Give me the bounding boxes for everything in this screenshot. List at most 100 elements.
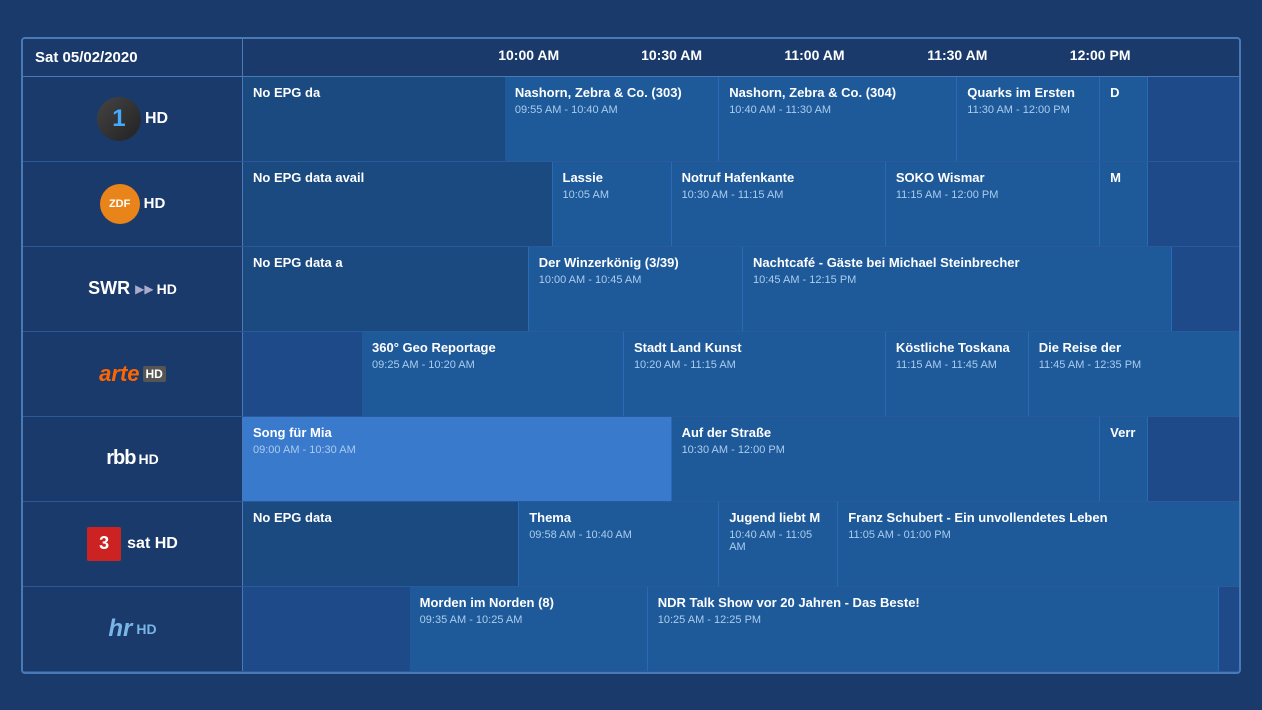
header-date: Sat 05/02/2020 (23, 39, 243, 76)
time-header-label: 12:00 PM (1070, 47, 1131, 63)
program-time: 10:20 AM - 11:15 AM (634, 359, 875, 371)
time-header-label: 11:00 AM (784, 47, 844, 63)
program-name: Nashorn, Zebra & Co. (303) (515, 85, 708, 102)
program-cell[interactable]: Die Reise der 11:45 AM - 12:35 PM (1029, 332, 1239, 416)
program-time: 11:15 AM - 11:45 AM (896, 359, 1018, 371)
channel-logo-swr-hd: SWR ▶▶ HD (31, 278, 234, 299)
channel-logo-zdf-hd: ZDF HD (31, 184, 234, 224)
program-cell[interactable]: Stadt Land Kunst10:20 AM - 11:15 AM (624, 332, 886, 416)
program-time: 10:25 AM - 12:25 PM (658, 614, 1208, 626)
programs-row-swr-hd: No EPG data a Der Winzerkönig (3/39) 10:00… (243, 247, 1239, 331)
program-name: Nashorn, Zebra & Co. (304) (729, 85, 946, 102)
programs-row-das-erste-hd: No EPG da Nashorn, Zebra & Co. (303) 09:55… (243, 77, 1239, 161)
program-name: Die Reise der (1039, 340, 1232, 357)
program-cell[interactable]: Quarks im Ersten 11:30 AM - 12:00 PM (957, 77, 1100, 161)
program-cell[interactable]: Franz Schubert - Ein unvollendetes Leben… (838, 502, 1239, 586)
program-name: Auf der Straße (682, 425, 1090, 442)
program-cell[interactable]: Verr (1100, 417, 1148, 501)
program-cell[interactable]: No EPG data a (243, 247, 529, 331)
time-header-label: 10:30 AM (641, 47, 702, 63)
program-cell[interactable]: Nashorn, Zebra & Co. (304) 10:40 AM - 11:… (719, 77, 957, 161)
program-name: Quarks im Ersten (967, 85, 1089, 102)
program-cell[interactable]: Thema 09:58 AM - 10:40 AM (519, 502, 719, 586)
program-name: No EPG da (253, 85, 503, 102)
channel-cell-hr-hd[interactable]: hr HD (23, 587, 243, 671)
program-time: 11:15 AM - 12:00 PM (896, 189, 1089, 201)
channel-cell-rbb-hd[interactable]: rbb HD (23, 417, 243, 501)
program-time: 11:30 AM - 12:00 PM (967, 104, 1089, 116)
program-time: 09:35 AM - 10:25 AM (420, 614, 637, 626)
channel-cell-zdf-hd[interactable]: ZDF HD (23, 162, 243, 246)
program-cell[interactable]: Jugend liebt M 10:40 AM - 11:05 AM (719, 502, 838, 586)
epg-row: SWR ▶▶ HD No EPG data a Der Winzerkönig (… (23, 247, 1239, 332)
program-name: Thema (529, 510, 708, 527)
program-name: Köstliche Toskana (896, 340, 1018, 357)
program-cell[interactable]: Der Winzerkönig (3/39) 10:00 AM - 10:45 A… (529, 247, 743, 331)
program-time: 10:40 AM - 11:30 AM (729, 104, 946, 116)
program-cell[interactable]: Köstliche Toskana 11:15 AM - 11:45 AM (886, 332, 1029, 416)
channel-logo-das-erste-hd: 1 HD (31, 97, 234, 141)
header-times: 10:00 AM10:30 AM11:00 AM11:30 AM12:00 PM (243, 39, 1239, 76)
program-time: 09:25 AM - 10:20 AM (372, 359, 613, 371)
program-time: 09:58 AM - 10:40 AM (529, 529, 708, 541)
program-name: Jugend liebt M (729, 510, 827, 527)
programs-row-hr-hd: Morden im Norden (8) 09:35 AM - 10:25 AM N… (243, 587, 1239, 671)
program-cell[interactable]: Song für Mia09:00 AM - 10:30 AM (243, 417, 672, 501)
program-cell[interactable]: 360° Geo Reportage 09:25 AM - 10:20 AM (362, 332, 624, 416)
program-time: 09:55 AM - 10:40 AM (515, 104, 708, 116)
epg-row: rbb HD Song für Mia09:00 AM - 10:30 AMAu… (23, 417, 1239, 502)
program-cell[interactable]: No EPG data avail (243, 162, 553, 246)
program-cell[interactable]: D (1100, 77, 1148, 161)
program-name: Verr (1110, 425, 1137, 442)
channel-cell-swr-hd[interactable]: SWR ▶▶ HD (23, 247, 243, 331)
program-cell[interactable]: Nachtcafé - Gäste bei Michael Steinbrech… (743, 247, 1172, 331)
program-cell[interactable]: SOKO Wismar 11:15 AM - 12:00 PM (886, 162, 1100, 246)
channel-logo-rbb-hd: rbb HD (31, 447, 234, 470)
program-cell[interactable]: Nashorn, Zebra & Co. (303) 09:55 AM - 10:… (505, 77, 719, 161)
program-cell[interactable]: Auf der Straße10:30 AM - 12:00 PM (672, 417, 1101, 501)
program-time: 10:40 AM - 11:05 AM (729, 529, 827, 553)
program-cell[interactable]: No EPG da (243, 77, 514, 161)
channel-logo-hr-hd: hr HD (31, 615, 234, 643)
channel-logo-arte-hd: arte HD (31, 361, 234, 387)
program-name: Lassie (563, 170, 661, 187)
epg-row: ZDF HD No EPG data availLassie10:05 AMNo… (23, 162, 1239, 247)
channel-cell-sat3-hd[interactable]: 3 sat HD (23, 502, 243, 586)
program-name: No EPG data avail (253, 170, 542, 187)
program-time: 10:05 AM (563, 189, 661, 201)
program-name: No EPG data a (253, 255, 518, 272)
program-name: Notruf Hafenkante (682, 170, 875, 187)
program-name: D (1110, 85, 1137, 102)
epg-body: 1 HD No EPG daNashorn, Zebra & Co. (303)… (23, 77, 1239, 672)
programs-row-sat3-hd: No EPG data Thema 09:58 AM - 10:40 AM Jugen… (243, 502, 1239, 586)
program-cell[interactable]: Notruf Hafenkante10:30 AM - 11:15 AM (672, 162, 886, 246)
programs-row-arte-hd: 360° Geo Reportage 09:25 AM - 10:20 AM Sta… (243, 332, 1239, 416)
program-cell[interactable]: Morden im Norden (8) 09:35 AM - 10:25 AM (410, 587, 648, 671)
time-header-label: 11:30 AM (927, 47, 987, 63)
program-time: 09:00 AM - 10:30 AM (253, 444, 661, 456)
programs-row-zdf-hd: No EPG data avail Lassie 10:05 AM Notruf Ha… (243, 162, 1239, 246)
program-cell[interactable]: Lassie 10:05 AM (553, 162, 672, 246)
program-name: Nachtcafé - Gäste bei Michael Steinbrech… (753, 255, 1161, 272)
program-time: 11:05 AM - 01:00 PM (848, 529, 1232, 541)
epg-row: 3 sat HD No EPG data Thema 09:58 AM - 10:4… (23, 502, 1239, 587)
program-cell[interactable]: NDR Talk Show vor 20 Jahren - Das Beste!… (648, 587, 1219, 671)
channel-cell-das-erste-hd[interactable]: 1 HD (23, 77, 243, 161)
program-name: 360° Geo Reportage (372, 340, 613, 357)
program-name: No EPG data (253, 510, 508, 527)
epg-header: Sat 05/02/2020 10:00 AM10:30 AM11:00 AM1… (23, 39, 1239, 77)
program-name: Der Winzerkönig (3/39) (539, 255, 732, 272)
program-name: Franz Schubert - Ein unvollendetes Leben (848, 510, 1232, 527)
epg-grid: Sat 05/02/2020 10:00 AM10:30 AM11:00 AM1… (21, 37, 1241, 674)
epg-row: arte HD 360° Geo Reportage 09:25 AM - 10:… (23, 332, 1239, 417)
program-time: 11:45 AM - 12:35 PM (1039, 359, 1232, 371)
program-cell[interactable]: M (1100, 162, 1148, 246)
program-time: 10:45 AM - 12:15 PM (753, 274, 1161, 286)
program-time: 10:00 AM - 10:45 AM (539, 274, 732, 286)
program-name: Morden im Norden (8) (420, 595, 637, 612)
program-cell[interactable]: No EPG data (243, 502, 519, 586)
channel-cell-arte-hd[interactable]: arte HD (23, 332, 243, 416)
program-name: SOKO Wismar (896, 170, 1089, 187)
program-name: NDR Talk Show vor 20 Jahren - Das Beste! (658, 595, 1208, 612)
epg-row: hr HD Morden im Norden (8) 09:35 AM - 10:… (23, 587, 1239, 672)
